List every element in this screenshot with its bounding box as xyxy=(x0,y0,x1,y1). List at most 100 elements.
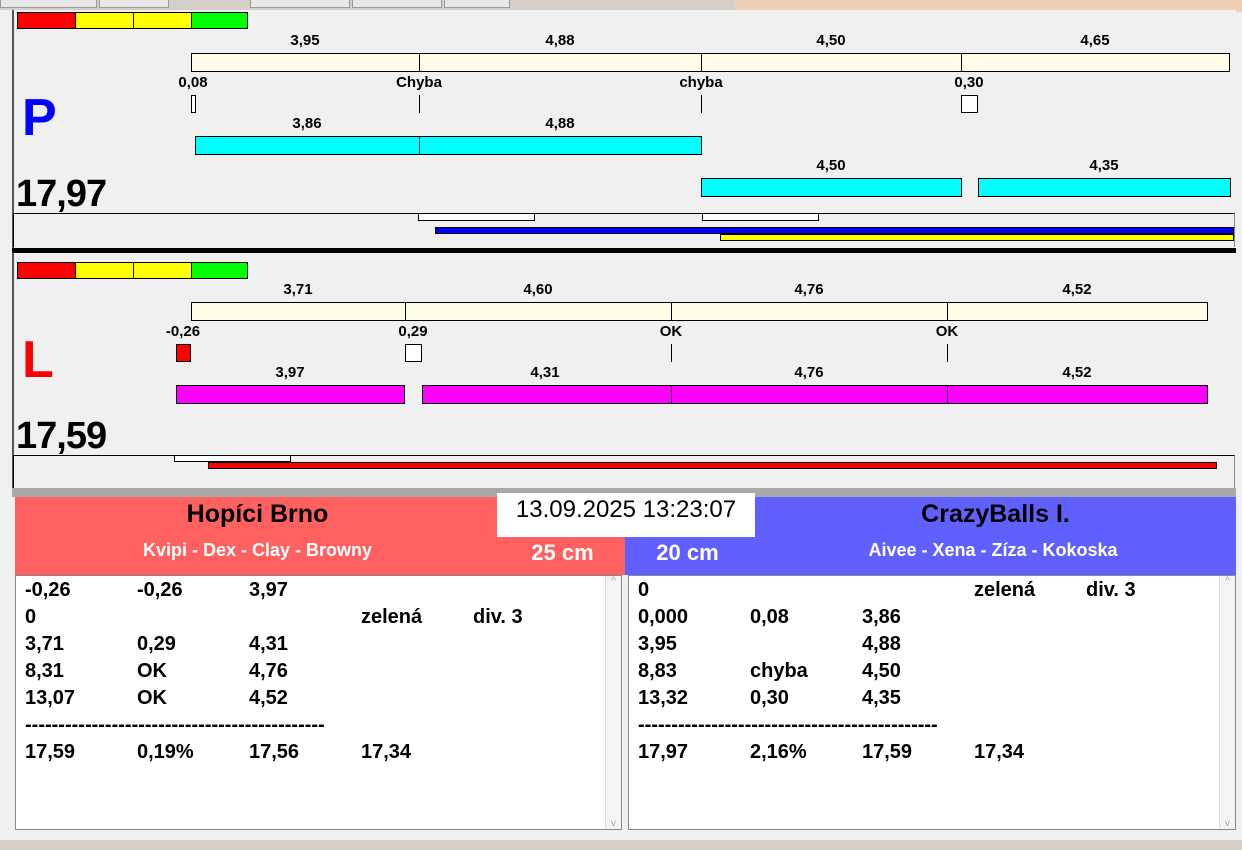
panel-l xyxy=(12,253,1236,488)
split-label: OK xyxy=(935,323,959,340)
segment-label: 4,76 xyxy=(794,281,824,298)
result-cell: zelená xyxy=(974,579,1036,601)
run-bar xyxy=(422,385,1208,404)
result-cell: OK xyxy=(137,687,167,709)
result-cell: -0,26 xyxy=(137,579,183,601)
left-team-members: Kvipi - Dex - Clay - Browny xyxy=(142,540,373,560)
segment-label: 4,76 xyxy=(794,364,824,381)
result-cell: -0,26 xyxy=(25,579,71,601)
segment-label: 4,35 xyxy=(1089,157,1119,174)
segment-label: 4,88 xyxy=(545,32,575,49)
run-bar xyxy=(176,385,405,404)
segment-label: 4,52 xyxy=(1062,281,1092,298)
result-cell: 3,97 xyxy=(249,579,288,601)
segment-label: 4,88 xyxy=(545,115,575,132)
result-cell: 0,29 xyxy=(137,633,176,655)
result-cell: 4,35 xyxy=(862,687,901,709)
result-cell: div. 3 xyxy=(473,606,523,628)
result-cell: 3,95 xyxy=(638,633,677,655)
legend-green xyxy=(191,12,248,29)
result-cell: 17,56 xyxy=(249,741,300,763)
segment-label: 4,50 xyxy=(816,32,846,49)
legend-yellow xyxy=(133,12,192,29)
legend-red xyxy=(17,12,76,29)
right-results-text[interactable]: ^ v xyxy=(628,575,1236,830)
scrollbar[interactable]: ^ v xyxy=(605,576,621,829)
run-bar xyxy=(195,136,702,155)
result-cell: div. 3 xyxy=(1086,579,1136,601)
divider xyxy=(701,53,702,72)
segment-label: 4,50 xyxy=(816,157,846,174)
left-team-height: 25 cm xyxy=(531,540,594,565)
result-cell: 0,000 xyxy=(638,606,689,628)
left-team-name: Hopíci Brno xyxy=(186,500,329,528)
segment-label: 4,52 xyxy=(1062,364,1092,381)
split-label: 0,08 xyxy=(178,74,208,91)
marker xyxy=(176,344,191,362)
segment-label: 4,31 xyxy=(530,364,560,381)
tab[interactable] xyxy=(444,0,510,8)
timeline-bar-yellow xyxy=(720,234,1234,241)
status-bar xyxy=(0,840,1242,850)
right-team-members: Aivee - Xena - Zíza - Kokoska xyxy=(868,540,1118,560)
timeline-bar-red xyxy=(208,462,1217,469)
result-cell: 0 xyxy=(25,606,37,628)
split-label: 0,30 xyxy=(954,74,984,91)
marker xyxy=(961,95,978,113)
side-letter: P xyxy=(22,89,57,147)
reference-bar xyxy=(191,302,1208,321)
result-cell: chyba xyxy=(750,660,808,682)
result-cell: ----------------------------------------… xyxy=(25,714,325,736)
segment-label: 3,97 xyxy=(275,364,305,381)
result-cell: 17,97 xyxy=(638,741,689,763)
segment-label: 3,95 xyxy=(290,32,320,49)
result-cell: 4,50 xyxy=(862,660,901,682)
left-results-text[interactable]: ^ v xyxy=(15,575,622,830)
segment-label: 3,86 xyxy=(292,115,322,132)
result-cell: 8,83 xyxy=(638,660,677,682)
result-cell: 0,30 xyxy=(750,687,789,709)
legend-red xyxy=(17,262,76,279)
result-cell: 8,31 xyxy=(25,660,64,682)
marker xyxy=(947,344,948,362)
result-cell: 13,07 xyxy=(25,687,76,709)
divider xyxy=(947,302,948,321)
segment-label: 4,65 xyxy=(1080,32,1110,49)
legend-yellow xyxy=(75,12,134,29)
side-letter: L xyxy=(22,331,54,389)
result-cell: zelená xyxy=(361,606,423,628)
run-bar xyxy=(701,178,962,197)
result-cell: 17,59 xyxy=(25,741,76,763)
result-cell: 0,08 xyxy=(750,606,789,628)
scrollbar[interactable]: ^ v xyxy=(1219,576,1235,829)
marker xyxy=(671,344,672,362)
marker xyxy=(191,95,196,113)
split-label: -0,26 xyxy=(165,323,201,340)
result-cell: 4,52 xyxy=(249,687,288,709)
result-cell: 4,31 xyxy=(249,633,288,655)
tab[interactable] xyxy=(0,0,97,8)
result-cell: 17,59 xyxy=(862,741,913,763)
divider xyxy=(947,385,948,404)
marker xyxy=(405,344,422,362)
result-cell: 4,76 xyxy=(249,660,288,682)
marker xyxy=(701,95,702,113)
right-team-height: 20 cm xyxy=(656,540,719,565)
result-cell: 0 xyxy=(638,579,650,601)
legend-yellow xyxy=(133,262,192,279)
right-team-name: CrazyBalls I. xyxy=(921,500,1070,528)
divider xyxy=(405,302,406,321)
tab[interactable] xyxy=(250,0,350,8)
timeline-marker xyxy=(702,213,819,221)
marker xyxy=(419,95,420,113)
result-cell: 4,88 xyxy=(862,633,901,655)
result-cell: 13,32 xyxy=(638,687,689,709)
tab[interactable] xyxy=(99,0,169,8)
split-label: OK xyxy=(659,323,683,340)
result-cell: OK xyxy=(137,660,167,682)
timeline-marker xyxy=(174,455,291,462)
tab[interactable] xyxy=(352,0,442,8)
run-bar xyxy=(978,178,1231,197)
split-label: 0,29 xyxy=(398,323,428,340)
result-cell: 2,16% xyxy=(750,741,807,763)
